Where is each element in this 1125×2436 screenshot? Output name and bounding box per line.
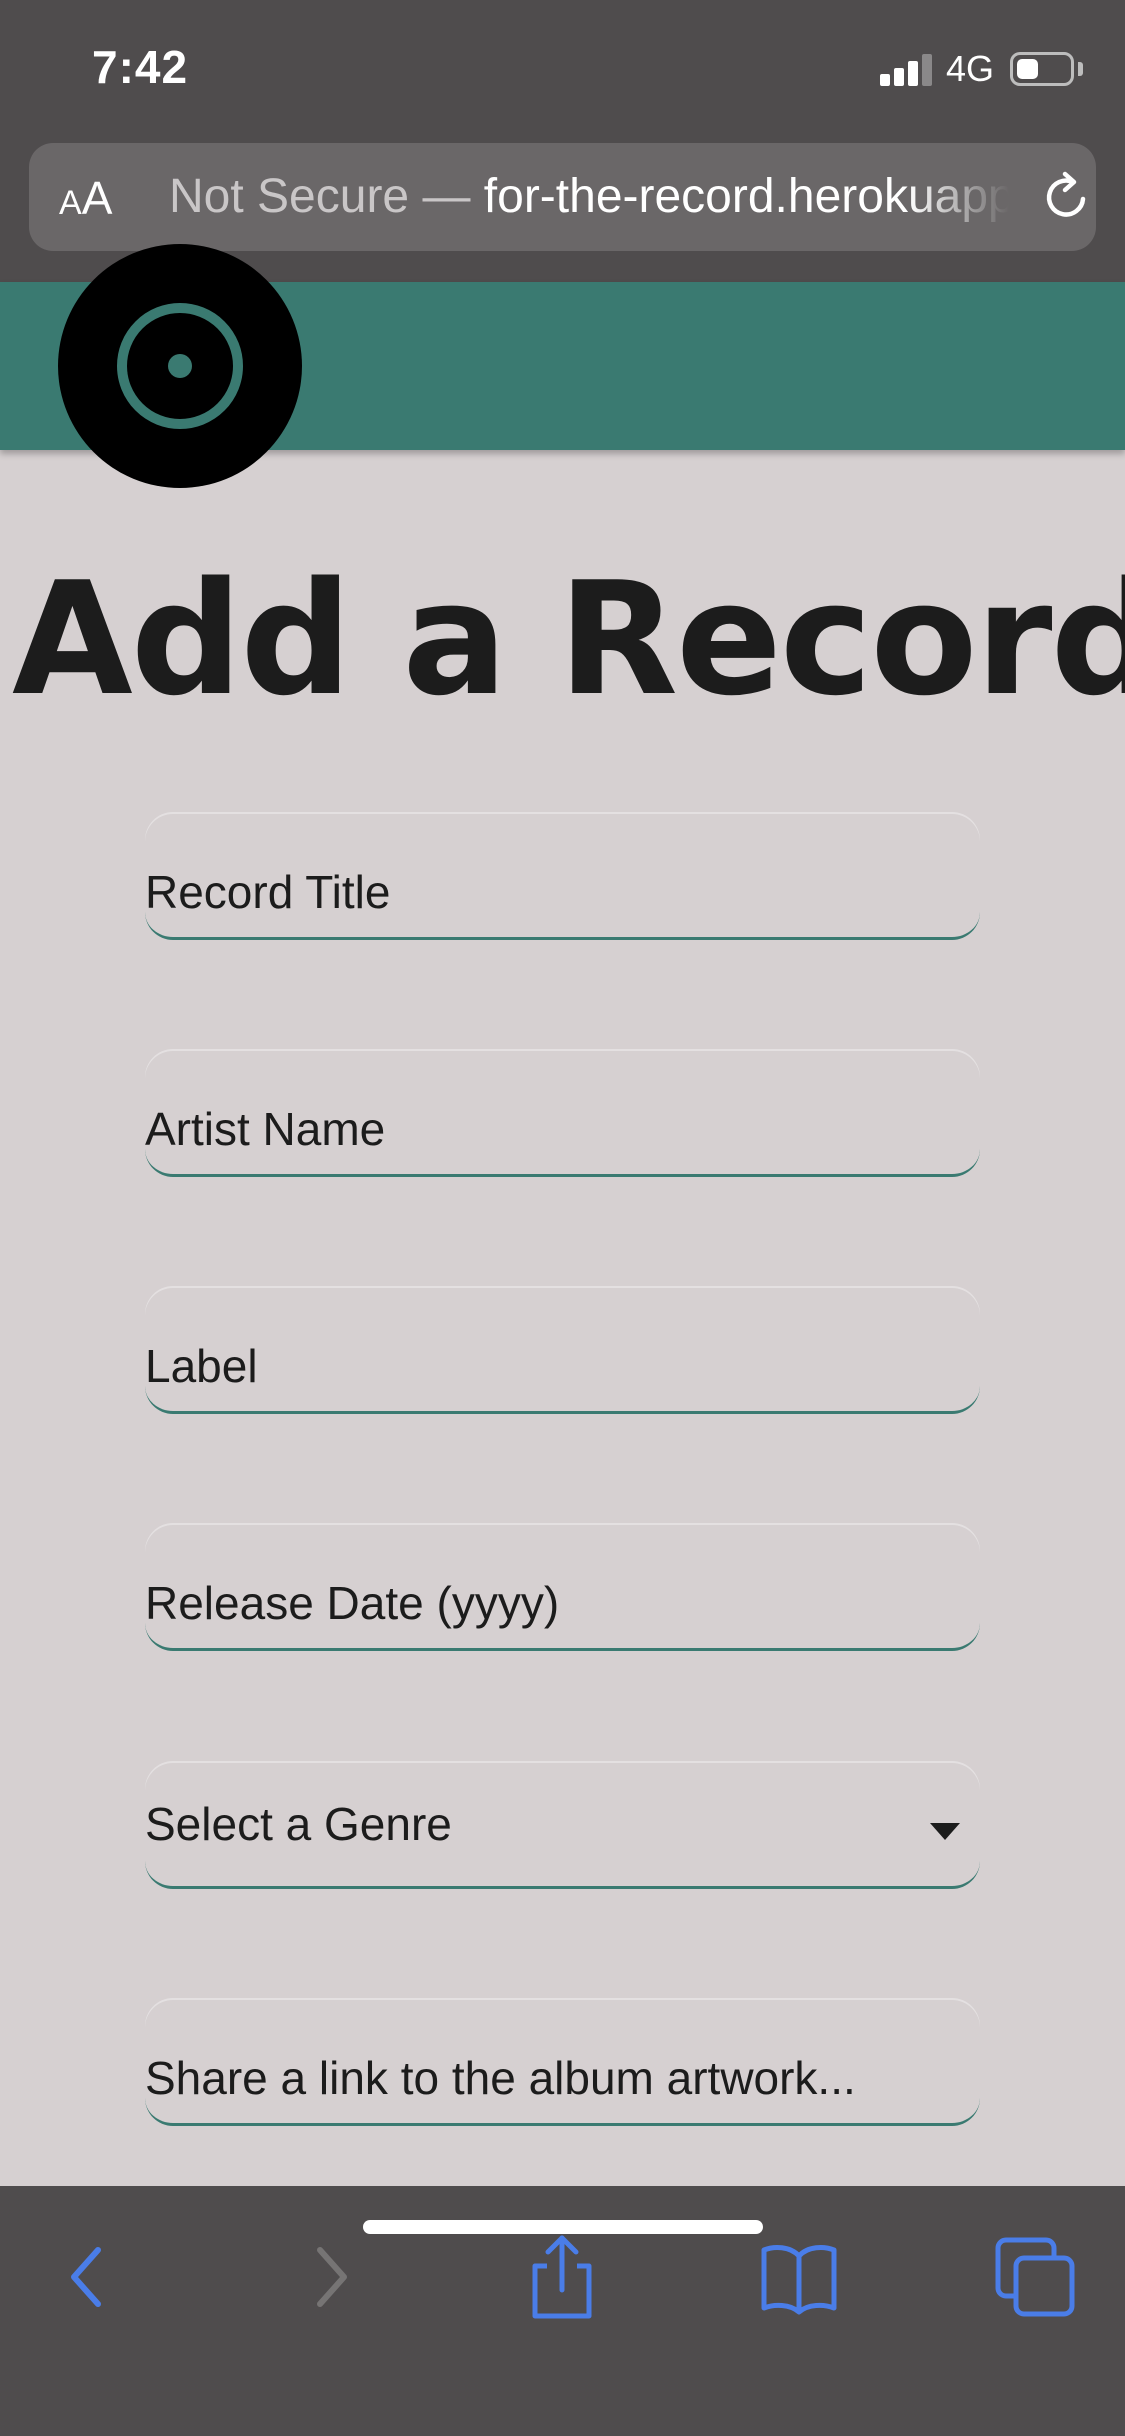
status-bar: 7:42 4G (0, 0, 1125, 140)
status-time: 7:42 (92, 41, 189, 93)
record-title-input[interactable] (145, 812, 980, 937)
logo-center-dot (168, 354, 192, 378)
address-bar[interactable]: AA Not Secure — for-the-record.herokuapp… (29, 143, 1096, 251)
artist-name-input[interactable] (145, 1049, 980, 1174)
reload-icon[interactable] (1039, 169, 1095, 225)
home-indicator[interactable] (363, 2220, 763, 2234)
cellular-signal-icon (880, 52, 932, 86)
artwork-link-input[interactable] (145, 1998, 980, 2123)
release-date-field (145, 1523, 980, 1651)
dropdown-caret-icon (930, 1823, 960, 1840)
url-text[interactable]: Not Secure — for-the-record.herokuapp.co… (169, 169, 1009, 224)
artist-name-field (145, 1049, 980, 1177)
label-field (145, 1286, 980, 1414)
text-size-large-glyph: A (81, 172, 113, 224)
page-title: Add a Record... (12, 548, 1125, 730)
share-icon[interactable] (517, 2232, 607, 2322)
url-security-label: Not Secure — (169, 170, 471, 223)
artwork-link-field (145, 1998, 980, 2126)
book-icon[interactable] (754, 2232, 844, 2322)
text-size-button[interactable]: AA (59, 171, 112, 225)
release-date-input[interactable] (145, 1523, 980, 1648)
tabs-icon[interactable] (990, 2232, 1080, 2322)
label-input[interactable] (145, 1286, 980, 1411)
forward-chevron-icon[interactable] (282, 2232, 372, 2322)
battery-icon (1010, 52, 1074, 86)
genre-select-value: Select a Genre (145, 1798, 452, 1850)
screen: 7:42 4G AA Not Secure — for-the-record.h… (0, 0, 1125, 2436)
back-chevron-icon[interactable] (46, 2232, 136, 2322)
vinyl-record-logo-icon[interactable] (58, 244, 302, 488)
genre-select[interactable]: Select a Genre (145, 1761, 980, 1889)
url-host: for-the-record.herokuapp.com (483, 170, 1009, 223)
network-type: 4G (946, 48, 995, 89)
battery-level (1017, 59, 1038, 79)
text-size-small-glyph: A (59, 184, 82, 222)
battery-nub (1078, 62, 1083, 76)
record-title-field (145, 812, 980, 940)
